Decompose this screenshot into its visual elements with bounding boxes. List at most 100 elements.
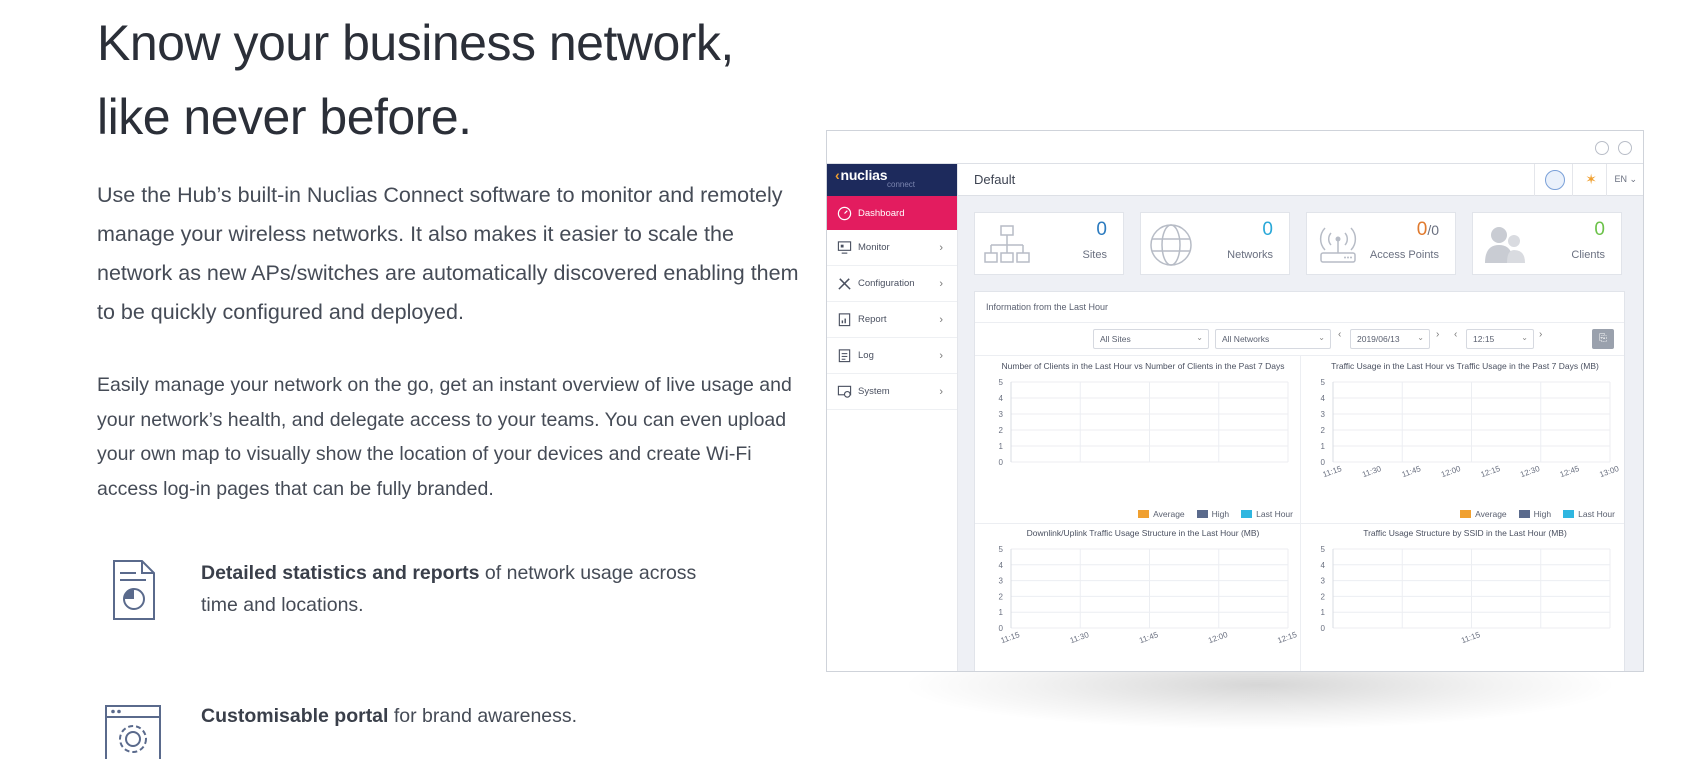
user-avatar-icon[interactable] — [1545, 170, 1565, 190]
page-title: Default — [974, 172, 1016, 187]
feature-portal-text: Customisable portal for brand awareness. — [201, 700, 721, 732]
headline-line-1: Know your business network, — [97, 15, 734, 71]
legend-item[interactable]: High — [1518, 509, 1551, 519]
legend-swatch — [1563, 510, 1575, 518]
legend-label: Last Hour — [1578, 509, 1615, 519]
main-content: Default ✶ EN ⌄ 0 Sites 0 Networks 0/0 Ac… — [958, 164, 1643, 671]
language-selector[interactable]: EN ⌄ — [1614, 174, 1637, 185]
time-value: 12:15 — [1473, 334, 1495, 344]
topbar-divider — [1572, 164, 1573, 196]
y-tick-label: 3 — [1321, 410, 1326, 419]
details-paragraph: Easily manage your network on the go, ge… — [97, 374, 792, 500]
stat-card-access-points[interactable]: 0/0 Access Points — [1306, 212, 1456, 275]
brand-logo[interactable]: ‹nuclias connect — [827, 164, 957, 196]
y-tick-label: 4 — [1321, 561, 1326, 570]
sidebar-nav: Dashboard Monitor › Configuration › Report › Lo… — [827, 196, 957, 410]
language-label: EN — [1614, 174, 1627, 184]
y-tick-label: 2 — [999, 592, 1004, 601]
y-tick-label: 3 — [1321, 577, 1326, 586]
date-prev-button[interactable]: ‹ — [1338, 329, 1341, 340]
chevron-down-icon: ⌄ — [1521, 333, 1528, 342]
app-window: ‹nuclias connect Dashboard Monitor › Config… — [826, 130, 1644, 672]
site-filter-select[interactable]: All Sites ⌄ — [1093, 329, 1209, 349]
legend-item[interactable]: Last Hour — [1563, 509, 1615, 519]
sidebar-item-label: Configuration — [858, 278, 915, 289]
window-close-button[interactable] — [1618, 141, 1632, 155]
feature-statistics: Detailed statistics and reports of netwo… — [97, 557, 721, 623]
legend-swatch — [1241, 510, 1253, 518]
globe-icon — [1150, 224, 1192, 266]
monitor-icon — [836, 240, 852, 256]
y-tick-label: 2 — [1321, 592, 1326, 601]
sidebar-item-configuration[interactable]: Configuration › — [827, 266, 957, 302]
chevron-right-icon: › — [939, 277, 943, 290]
chart-title: Traffic Usage Structure by SSID in the L… — [1363, 528, 1567, 538]
date-select[interactable]: 2019/06/13 ⌄ — [1350, 329, 1430, 349]
sidebar-item-label: Monitor — [858, 242, 890, 253]
intro-paragraph: Use the Hub’s built-in Nuclias Connect s… — [97, 183, 799, 324]
headline-line-2: like never before. — [97, 89, 472, 145]
stat-networks-value: 0 — [1262, 219, 1273, 240]
y-tick-label: 4 — [999, 394, 1004, 403]
legend-swatch — [1518, 510, 1530, 518]
y-tick-label: 0 — [1321, 624, 1326, 633]
dashboard-gauge-icon — [836, 205, 852, 221]
report-icon — [836, 312, 852, 328]
x-tick-label: 11:15 — [1460, 630, 1482, 645]
sidebar-item-monitor[interactable]: Monitor › — [827, 230, 957, 266]
x-tick-label: 12:45 — [1559, 464, 1581, 479]
panel-title: Information from the Last Hour — [986, 302, 1109, 312]
x-tick-label: 11:30 — [1069, 630, 1091, 645]
network-filter-select[interactable]: All Networks ⌄ — [1215, 329, 1331, 349]
feature-statistics-bold: Detailed statistics and reports — [201, 562, 480, 584]
legend-swatch — [1196, 510, 1208, 518]
log-icon — [836, 348, 852, 364]
chevron-right-icon: › — [939, 241, 943, 254]
window-titlebar — [827, 131, 1643, 164]
sidebar-item-log[interactable]: Log › — [827, 338, 957, 374]
y-tick-label: 0 — [999, 624, 1004, 633]
feature-portal-rest: for brand awareness. — [388, 705, 578, 727]
chart-divider-horizontal — [975, 523, 1624, 524]
chevron-down-icon: ⌄ — [1417, 333, 1424, 342]
export-icon[interactable]: ⎘ — [1592, 329, 1614, 349]
stat-sites-value: 0 — [1096, 219, 1107, 240]
time-next-button[interactable]: › — [1539, 329, 1542, 340]
site-filter-value: All Sites — [1100, 334, 1131, 344]
tools-wand-icon[interactable]: ✶ — [1585, 171, 1597, 188]
sidebar-item-system[interactable]: System › — [827, 374, 957, 410]
window-minimize-button[interactable] — [1595, 141, 1609, 155]
downlink-uplink-chart: Downlink/Uplink Traffic Usage Structure … — [983, 525, 1303, 671]
stat-clients-label: Clients — [1571, 249, 1605, 261]
time-prev-button[interactable]: ‹ — [1454, 329, 1457, 340]
panel-divider — [975, 322, 1624, 323]
stat-card-clients[interactable]: 0 Clients — [1472, 212, 1622, 275]
stat-networks-label: Networks — [1227, 249, 1273, 261]
legend-item[interactable]: Average — [1138, 509, 1185, 519]
brand-name: nuclias — [840, 167, 888, 183]
time-select[interactable]: 12:15 ⌄ — [1466, 329, 1534, 349]
x-tick-label: 13:00 — [1598, 464, 1620, 479]
chart-legend: Average High Last Hour — [1448, 509, 1615, 519]
y-tick-label: 2 — [1321, 426, 1326, 435]
legend-swatch — [1138, 510, 1150, 518]
legend-label: High — [1211, 509, 1230, 519]
sidebar-item-report[interactable]: Report › — [827, 302, 957, 338]
legend-item[interactable]: Average — [1460, 509, 1507, 519]
feature-statistics-text: Detailed statistics and reports of netwo… — [201, 557, 721, 621]
date-value: 2019/06/13 — [1357, 334, 1400, 344]
page-headline: Know your business network, like never b… — [97, 6, 817, 154]
date-next-button[interactable]: › — [1436, 329, 1439, 340]
legend-item[interactable]: High — [1196, 509, 1230, 519]
legend-swatch — [1460, 510, 1472, 518]
legend-item[interactable]: Last Hour — [1241, 509, 1293, 519]
y-tick-label: 5 — [999, 545, 1004, 554]
x-tick-label: 11:45 — [1401, 464, 1423, 479]
x-tick-label: 12:15 — [1479, 464, 1501, 479]
x-tick-label: 12:00 — [1440, 464, 1462, 479]
stat-card-sites[interactable]: 0 Sites — [974, 212, 1124, 275]
sidebar-item-dashboard[interactable]: Dashboard — [827, 196, 957, 230]
stat-card-networks[interactable]: 0 Networks — [1140, 212, 1290, 275]
chevron-down-icon: ⌄ — [1196, 333, 1203, 342]
y-tick-label: 3 — [999, 577, 1004, 586]
